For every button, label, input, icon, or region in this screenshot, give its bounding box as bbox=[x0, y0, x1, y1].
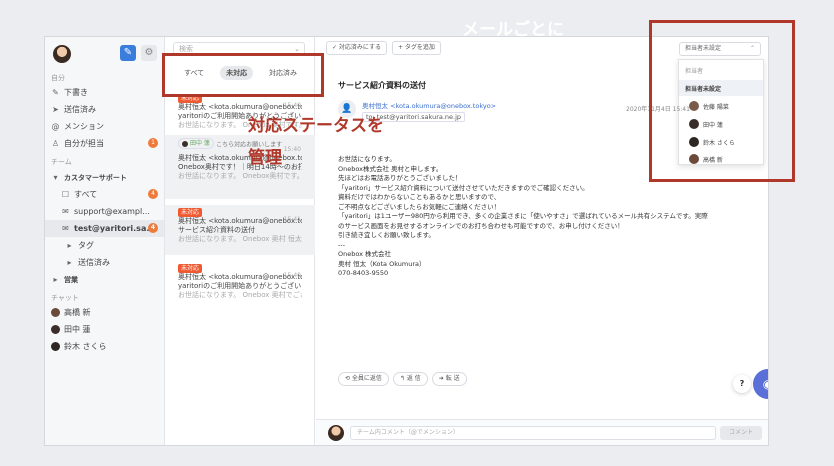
section-self-label: 自分 bbox=[51, 74, 65, 82]
section-chat-label: チャット bbox=[51, 294, 79, 302]
sidebar-item-assigned-to-me[interactable]: ♙ 自分が担当 1 bbox=[45, 135, 164, 152]
message-subject: サービス紹介資料の送付 bbox=[338, 81, 426, 90]
list-item[interactable]: 未対応 15:41 奥村恒太 <kota.okumura@onebox.to..… bbox=[165, 205, 315, 255]
status-badge: 未対応 bbox=[178, 264, 203, 273]
count-badge: 4 bbox=[148, 189, 158, 199]
comment-bar: チーム内コメント（@でメンション） コメント bbox=[316, 419, 768, 445]
chat-widget-button[interactable]: ◉ bbox=[753, 369, 768, 399]
reply-actions: ⟲ 全員に返信 ↰ 返 信 ➜ 転 送 bbox=[338, 372, 467, 386]
sidebar-item-mentions[interactable]: @ メンション bbox=[45, 118, 164, 135]
comment-input[interactable]: チーム内コメント（@でメンション） bbox=[350, 426, 716, 440]
sidebar: ✎ ⚙ 自分 ✎ 下書き ➤ 送信済み @ メンション ♙ 自分が担当 1 チーム ▾ カス… bbox=[45, 37, 165, 445]
chat-user-tanaka[interactable]: 田中 蓮 bbox=[45, 321, 164, 338]
at-icon: @ bbox=[51, 122, 60, 131]
caret-right-icon: ▸ bbox=[67, 258, 72, 267]
compose-button[interactable]: ✎ bbox=[120, 45, 136, 61]
list-item[interactable]: 未対応 15:40 奥村恒太 <kota.okumura@onebox.to..… bbox=[165, 261, 315, 309]
timestamp: 15:40 bbox=[283, 102, 301, 109]
mail-icon: ✉ bbox=[62, 207, 69, 216]
sidebar-item-sent[interactable]: ➤ 送信済み bbox=[45, 101, 164, 118]
avatar bbox=[51, 325, 60, 334]
sidebar-item-tags[interactable]: ▸ タグ bbox=[45, 237, 164, 254]
avatar[interactable] bbox=[53, 45, 71, 63]
avatar bbox=[51, 308, 60, 317]
reply-button[interactable]: ↰ 返 信 bbox=[392, 372, 428, 386]
chat-user-takahashi[interactable]: 高橋 新 bbox=[45, 304, 164, 321]
sender-address[interactable]: 奥村恒太 <kota.okumura@onebox.tokyo> bbox=[362, 100, 496, 110]
assignee-highlight bbox=[649, 20, 795, 182]
sidebar-item-drafts[interactable]: ✎ 下書き bbox=[45, 84, 164, 101]
timestamp: 15:41 bbox=[283, 216, 301, 223]
question-icon: ? bbox=[739, 379, 745, 388]
sidebar-item-support-inbox[interactable]: ✉ support@exampl... bbox=[45, 203, 164, 220]
pencil-icon: ✎ bbox=[123, 47, 133, 58]
comment-chip: 田中 蓮 bbox=[178, 138, 214, 149]
sidebar-item-test-inbox[interactable]: ✉ test@yaritori.sa... 4 bbox=[45, 220, 164, 237]
annotation-status-line2: 管理 bbox=[248, 148, 282, 168]
avatar bbox=[51, 342, 60, 351]
caret-right-icon: ▸ bbox=[53, 275, 58, 284]
avatar bbox=[328, 425, 344, 441]
timestamp: 15:40 bbox=[283, 146, 301, 153]
count-badge: 1 bbox=[148, 138, 158, 148]
annotation-assign-line1: メールごとに bbox=[462, 20, 564, 40]
status-badge: 未対応 bbox=[178, 208, 203, 217]
list-item[interactable]: 田中 蓮 こちら対応お願いします 15:40 奥村恒太 <kota.okumur… bbox=[165, 135, 315, 199]
inbox-icon: ☐ bbox=[61, 190, 70, 199]
gear-icon: ⚙ bbox=[144, 47, 154, 58]
annotation-assign-line2: 担当者をアサイン bbox=[462, 52, 598, 72]
person-icon: ♙ bbox=[51, 139, 60, 148]
add-tag-button[interactable]: + タグを追加 bbox=[392, 41, 441, 55]
chat-icon: ◉ bbox=[763, 377, 768, 391]
comment-button[interactable]: コメント bbox=[720, 426, 762, 440]
settings-button[interactable]: ⚙ bbox=[141, 45, 157, 61]
caret-down-icon: ▾ bbox=[53, 173, 58, 182]
sidebar-item-team-sent[interactable]: ▸ 送信済み bbox=[45, 254, 164, 271]
sidebar-group-sales[interactable]: ▸ 営業 bbox=[45, 271, 164, 288]
chat-user-suzuki[interactable]: 鈴木 さくら bbox=[45, 338, 164, 355]
timestamp: 15:40 bbox=[283, 272, 301, 279]
annotation-status-line1: 対応ステータスを bbox=[248, 116, 384, 136]
status-tabs-highlight bbox=[162, 53, 324, 97]
help-button[interactable]: ? bbox=[733, 375, 751, 393]
reply-all-button[interactable]: ⟲ 全員に返信 bbox=[338, 372, 389, 386]
mail-icon: ✉ bbox=[62, 224, 69, 233]
caret-right-icon: ▸ bbox=[67, 241, 72, 250]
sidebar-group-customer-support[interactable]: ▾ カスタマーサポート bbox=[45, 169, 164, 186]
toolbar: ✓ 対応済みにする + タグを追加 bbox=[326, 41, 441, 55]
pencil-icon: ✎ bbox=[52, 88, 59, 97]
mark-handled-button[interactable]: ✓ 対応済みにする bbox=[326, 41, 387, 55]
message-list: 検索 ⌄ すべて 未対応 対応済み 未対応 15:40 奥村恒太 <kota.ok… bbox=[165, 37, 315, 445]
avatar bbox=[182, 140, 188, 147]
send-icon: ➤ bbox=[52, 105, 59, 114]
section-team-label: チーム bbox=[51, 158, 72, 166]
count-badge: 4 bbox=[148, 223, 158, 233]
forward-button[interactable]: ➜ 転 送 bbox=[431, 372, 467, 386]
sidebar-item-all[interactable]: ☐ すべて 4 bbox=[45, 186, 164, 203]
